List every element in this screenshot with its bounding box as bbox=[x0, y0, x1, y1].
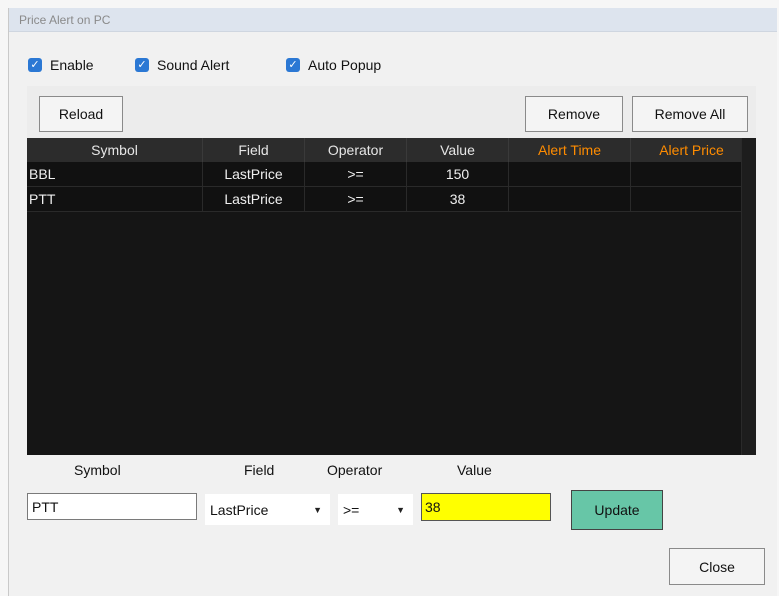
field-dropdown-value: LastPrice bbox=[210, 501, 269, 518]
field-dropdown[interactable]: LastPrice ▼ bbox=[205, 494, 330, 525]
value-input[interactable]: 38 bbox=[421, 493, 551, 521]
alerts-grid: Symbol Field Operator Value Alert Time A… bbox=[27, 138, 756, 455]
symbol-input[interactable]: PTT bbox=[27, 493, 197, 520]
column-header-field[interactable]: Field bbox=[203, 138, 305, 162]
cell-symbol: PTT bbox=[27, 187, 203, 211]
field-label: Field bbox=[244, 462, 275, 478]
checkbox-checked-icon: ✓ bbox=[28, 58, 42, 72]
value-label: Value bbox=[457, 462, 492, 478]
close-button[interactable]: Close bbox=[669, 548, 765, 585]
column-header-alert-time[interactable]: Alert Time bbox=[509, 138, 631, 162]
cell-alert-time bbox=[509, 162, 631, 186]
operator-dropdown[interactable]: >= ▼ bbox=[338, 494, 413, 525]
sound-alert-label: Sound Alert bbox=[157, 57, 230, 73]
symbol-label: Symbol bbox=[74, 462, 121, 478]
remove-button[interactable]: Remove bbox=[525, 96, 623, 132]
update-button[interactable]: Update bbox=[571, 490, 663, 530]
column-header-alert-price[interactable]: Alert Price bbox=[631, 138, 753, 162]
remove-all-button[interactable]: Remove All bbox=[632, 96, 748, 132]
cell-field: LastPrice bbox=[203, 162, 305, 186]
cell-field: LastPrice bbox=[203, 187, 305, 211]
table-row[interactable]: BBL LastPrice >= 150 bbox=[27, 162, 754, 187]
operator-dropdown-value: >= bbox=[343, 501, 360, 518]
sound-alert-checkbox[interactable]: ✓ Sound Alert bbox=[135, 57, 229, 73]
title-bar: Price Alert on PC bbox=[9, 8, 777, 32]
grid-header-row: Symbol Field Operator Value Alert Time A… bbox=[27, 138, 754, 162]
cell-value: 150 bbox=[407, 162, 509, 186]
grid-scrollbar[interactable] bbox=[741, 138, 756, 455]
enable-label: Enable bbox=[50, 57, 94, 73]
cell-value: 38 bbox=[407, 187, 509, 211]
column-header-symbol[interactable]: Symbol bbox=[27, 138, 203, 162]
window-title: Price Alert on PC bbox=[19, 13, 111, 27]
toolbar: Reload Remove Remove All bbox=[27, 86, 756, 138]
column-header-operator[interactable]: Operator bbox=[305, 138, 407, 162]
reload-button[interactable]: Reload bbox=[39, 96, 123, 132]
cell-symbol: BBL bbox=[27, 162, 203, 186]
cell-alert-price bbox=[631, 187, 753, 211]
enable-checkbox[interactable]: ✓ Enable bbox=[28, 57, 94, 73]
auto-popup-label: Auto Popup bbox=[308, 57, 382, 73]
auto-popup-checkbox[interactable]: ✓ Auto Popup bbox=[286, 57, 381, 73]
chevron-down-icon: ▼ bbox=[313, 504, 322, 515]
cell-alert-price bbox=[631, 162, 753, 186]
cell-operator: >= bbox=[305, 187, 407, 211]
chevron-down-icon: ▼ bbox=[396, 504, 405, 515]
column-header-value[interactable]: Value bbox=[407, 138, 509, 162]
checkbox-checked-icon: ✓ bbox=[135, 58, 149, 72]
cell-operator: >= bbox=[305, 162, 407, 186]
operator-label: Operator bbox=[327, 462, 383, 478]
table-row[interactable]: PTT LastPrice >= 38 bbox=[27, 187, 754, 212]
cell-alert-time bbox=[509, 187, 631, 211]
checkbox-checked-icon: ✓ bbox=[286, 58, 300, 72]
